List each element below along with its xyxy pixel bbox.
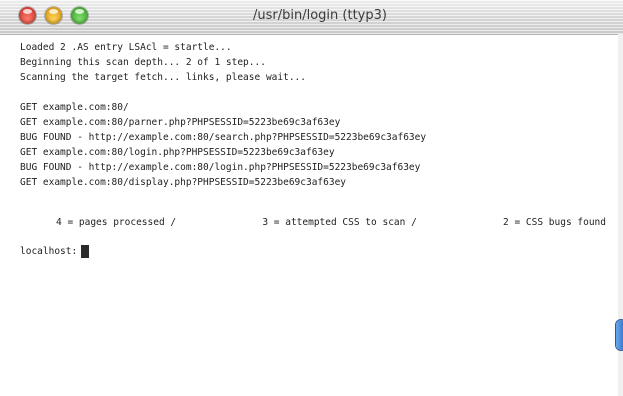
- terminal-content[interactable]: Loaded 2 .AS entry LSAcl = startle... Be…: [20, 40, 610, 390]
- terminal-window: /usr/bin/login (ttyp3) Loaded 2 .AS entr…: [0, 0, 623, 396]
- scroll-thumb[interactable]: [616, 320, 623, 350]
- header-line: Scanning the target fetch... links, plea…: [20, 72, 306, 83]
- log-line: BUG FOUND - http://example.com:80/search…: [20, 132, 427, 143]
- log-line: GET example.com:80/login.php?PHPSESSID=5…: [20, 147, 335, 158]
- summary-attempted: 3 = attempted CSS to scan /: [262, 217, 417, 228]
- shell-prompt[interactable]: localhost:: [20, 244, 610, 259]
- log-line: GET example.com:80/: [20, 102, 129, 113]
- summary-pages: 4 = pages processed /: [56, 217, 177, 228]
- close-button[interactable]: [19, 7, 36, 24]
- log-line: BUG FOUND - http://example.com:80/login.…: [20, 162, 421, 173]
- log-line: GET example.com:80/parner.php?PHPSESSID=…: [20, 117, 341, 128]
- prompt-text: localhost:: [20, 246, 78, 257]
- summary-bugs: 2 = CSS bugs found: [503, 217, 606, 228]
- text-cursor: [81, 245, 90, 258]
- header-line: Loaded 2 .AS entry LSAcl = startle...: [20, 42, 232, 53]
- scan-summary: 4 = pages processed / 3 = attempted CSS …: [20, 215, 610, 230]
- window-title: /usr/bin/login (ttyp3): [253, 8, 387, 23]
- minimize-button[interactable]: [45, 7, 62, 24]
- header-line: Beginning this scan depth... 2 of 1 step…: [20, 57, 266, 68]
- title-bar[interactable]: /usr/bin/login (ttyp3): [0, 0, 623, 35]
- log-line: GET example.com:80/display.php?PHPSESSID…: [20, 177, 347, 188]
- zoom-button[interactable]: [71, 7, 88, 24]
